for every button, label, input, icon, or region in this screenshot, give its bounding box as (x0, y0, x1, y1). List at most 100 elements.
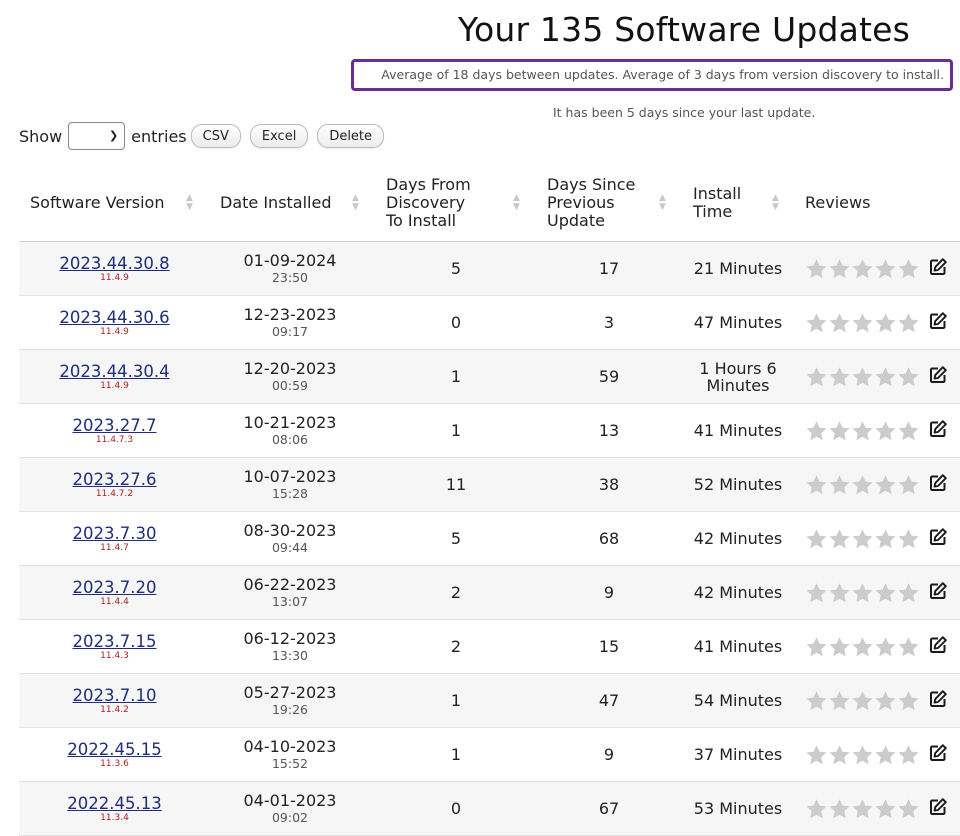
rating-stars[interactable] (805, 782, 920, 835)
star-icon[interactable] (805, 420, 828, 441)
star-icon[interactable] (805, 366, 828, 387)
edit-review-icon[interactable] (929, 420, 947, 438)
star-icon[interactable] (851, 690, 874, 711)
star-icon[interactable] (828, 636, 851, 657)
star-icon[interactable] (897, 798, 920, 819)
edit-review-icon[interactable] (929, 744, 947, 762)
star-icon[interactable] (874, 312, 897, 333)
sort-arrows-icon[interactable]: ▲ ▼ (352, 194, 359, 212)
star-icon[interactable] (805, 474, 828, 495)
rating-stars[interactable] (805, 674, 920, 727)
star-icon[interactable] (805, 798, 828, 819)
star-icon[interactable] (897, 366, 920, 387)
col-date-installed-header[interactable]: Date Installed (220, 164, 340, 241)
rating-stars[interactable] (805, 242, 920, 295)
star-icon[interactable] (874, 582, 897, 603)
version-link[interactable]: 2023.27.7 (73, 416, 157, 435)
star-icon[interactable] (805, 582, 828, 603)
star-icon[interactable] (828, 312, 851, 333)
star-icon[interactable] (851, 312, 874, 333)
star-icon[interactable] (874, 690, 897, 711)
edit-review-icon[interactable] (929, 474, 947, 492)
rating-stars[interactable] (805, 404, 920, 457)
star-icon[interactable] (897, 474, 920, 495)
edit-review-icon[interactable] (929, 312, 947, 330)
version-link[interactable]: 2023.7.15 (73, 632, 157, 651)
col-software-version-header[interactable]: Software Version (30, 164, 180, 241)
sort-arrows-icon[interactable]: ▲ ▼ (186, 194, 193, 212)
edit-review-icon[interactable] (929, 690, 947, 708)
version-link[interactable]: 2023.7.10 (73, 686, 157, 705)
star-icon[interactable] (851, 366, 874, 387)
star-icon[interactable] (828, 366, 851, 387)
star-icon[interactable] (851, 582, 874, 603)
star-icon[interactable] (897, 420, 920, 441)
star-icon[interactable] (897, 636, 920, 657)
rating-stars[interactable] (805, 566, 920, 619)
version-link[interactable]: 2022.45.13 (67, 794, 161, 813)
star-icon[interactable] (874, 366, 897, 387)
rating-stars[interactable] (805, 620, 920, 673)
rating-stars[interactable] (805, 458, 920, 511)
star-icon[interactable] (874, 474, 897, 495)
edit-review-icon[interactable] (929, 798, 947, 816)
star-icon[interactable] (828, 582, 851, 603)
col-install-time-header[interactable]: Install Time (693, 164, 763, 241)
edit-review-icon[interactable] (929, 258, 947, 276)
star-icon[interactable] (828, 258, 851, 279)
sort-arrows-icon[interactable]: ▲ ▼ (513, 194, 520, 212)
star-icon[interactable] (897, 690, 920, 711)
version-link[interactable]: 2023.27.6 (73, 470, 157, 489)
col-days-since-previous-header[interactable]: Days Since Previous Update (547, 164, 657, 241)
star-icon[interactable] (828, 690, 851, 711)
star-icon[interactable] (828, 744, 851, 765)
version-link[interactable]: 2023.44.30.6 (59, 308, 169, 327)
star-icon[interactable] (828, 528, 851, 549)
star-icon[interactable] (805, 744, 828, 765)
version-link[interactable]: 2022.45.15 (67, 740, 161, 759)
sort-arrows-icon[interactable]: ▲ ▼ (772, 194, 779, 212)
star-icon[interactable] (874, 258, 897, 279)
star-icon[interactable] (828, 798, 851, 819)
edit-review-icon[interactable] (929, 636, 947, 654)
col-days-from-discovery-header[interactable]: Days From Discovery To Install (386, 164, 496, 241)
version-link[interactable]: 2023.7.30 (73, 524, 157, 543)
star-icon[interactable] (874, 798, 897, 819)
edit-review-icon[interactable] (929, 582, 947, 600)
csv-button[interactable]: CSV (190, 124, 241, 148)
rating-stars[interactable] (805, 728, 920, 781)
star-icon[interactable] (897, 528, 920, 549)
star-icon[interactable] (851, 258, 874, 279)
edit-review-icon[interactable] (929, 366, 947, 384)
star-icon[interactable] (805, 690, 828, 711)
star-icon[interactable] (828, 420, 851, 441)
delete-button[interactable]: Delete (317, 124, 385, 148)
star-icon[interactable] (897, 312, 920, 333)
star-icon[interactable] (828, 474, 851, 495)
entries-select[interactable]: ❯ (68, 122, 126, 150)
star-icon[interactable] (897, 258, 920, 279)
star-icon[interactable] (851, 798, 874, 819)
star-icon[interactable] (851, 744, 874, 765)
star-icon[interactable] (851, 528, 874, 549)
version-link[interactable]: 2023.7.20 (73, 578, 157, 597)
star-icon[interactable] (897, 582, 920, 603)
star-icon[interactable] (874, 636, 897, 657)
rating-stars[interactable] (805, 350, 920, 403)
sort-arrows-icon[interactable]: ▲ ▼ (659, 194, 666, 212)
version-link[interactable]: 2023.44.30.4 (59, 362, 169, 381)
star-icon[interactable] (874, 744, 897, 765)
star-icon[interactable] (874, 420, 897, 441)
star-icon[interactable] (851, 474, 874, 495)
rating-stars[interactable] (805, 296, 920, 349)
star-icon[interactable] (805, 258, 828, 279)
star-icon[interactable] (851, 420, 874, 441)
rating-stars[interactable] (805, 512, 920, 565)
star-icon[interactable] (851, 636, 874, 657)
star-icon[interactable] (805, 636, 828, 657)
edit-review-icon[interactable] (929, 528, 947, 546)
star-icon[interactable] (897, 744, 920, 765)
excel-button[interactable]: Excel (249, 124, 309, 148)
star-icon[interactable] (874, 528, 897, 549)
version-link[interactable]: 2023.44.30.8 (59, 254, 169, 273)
